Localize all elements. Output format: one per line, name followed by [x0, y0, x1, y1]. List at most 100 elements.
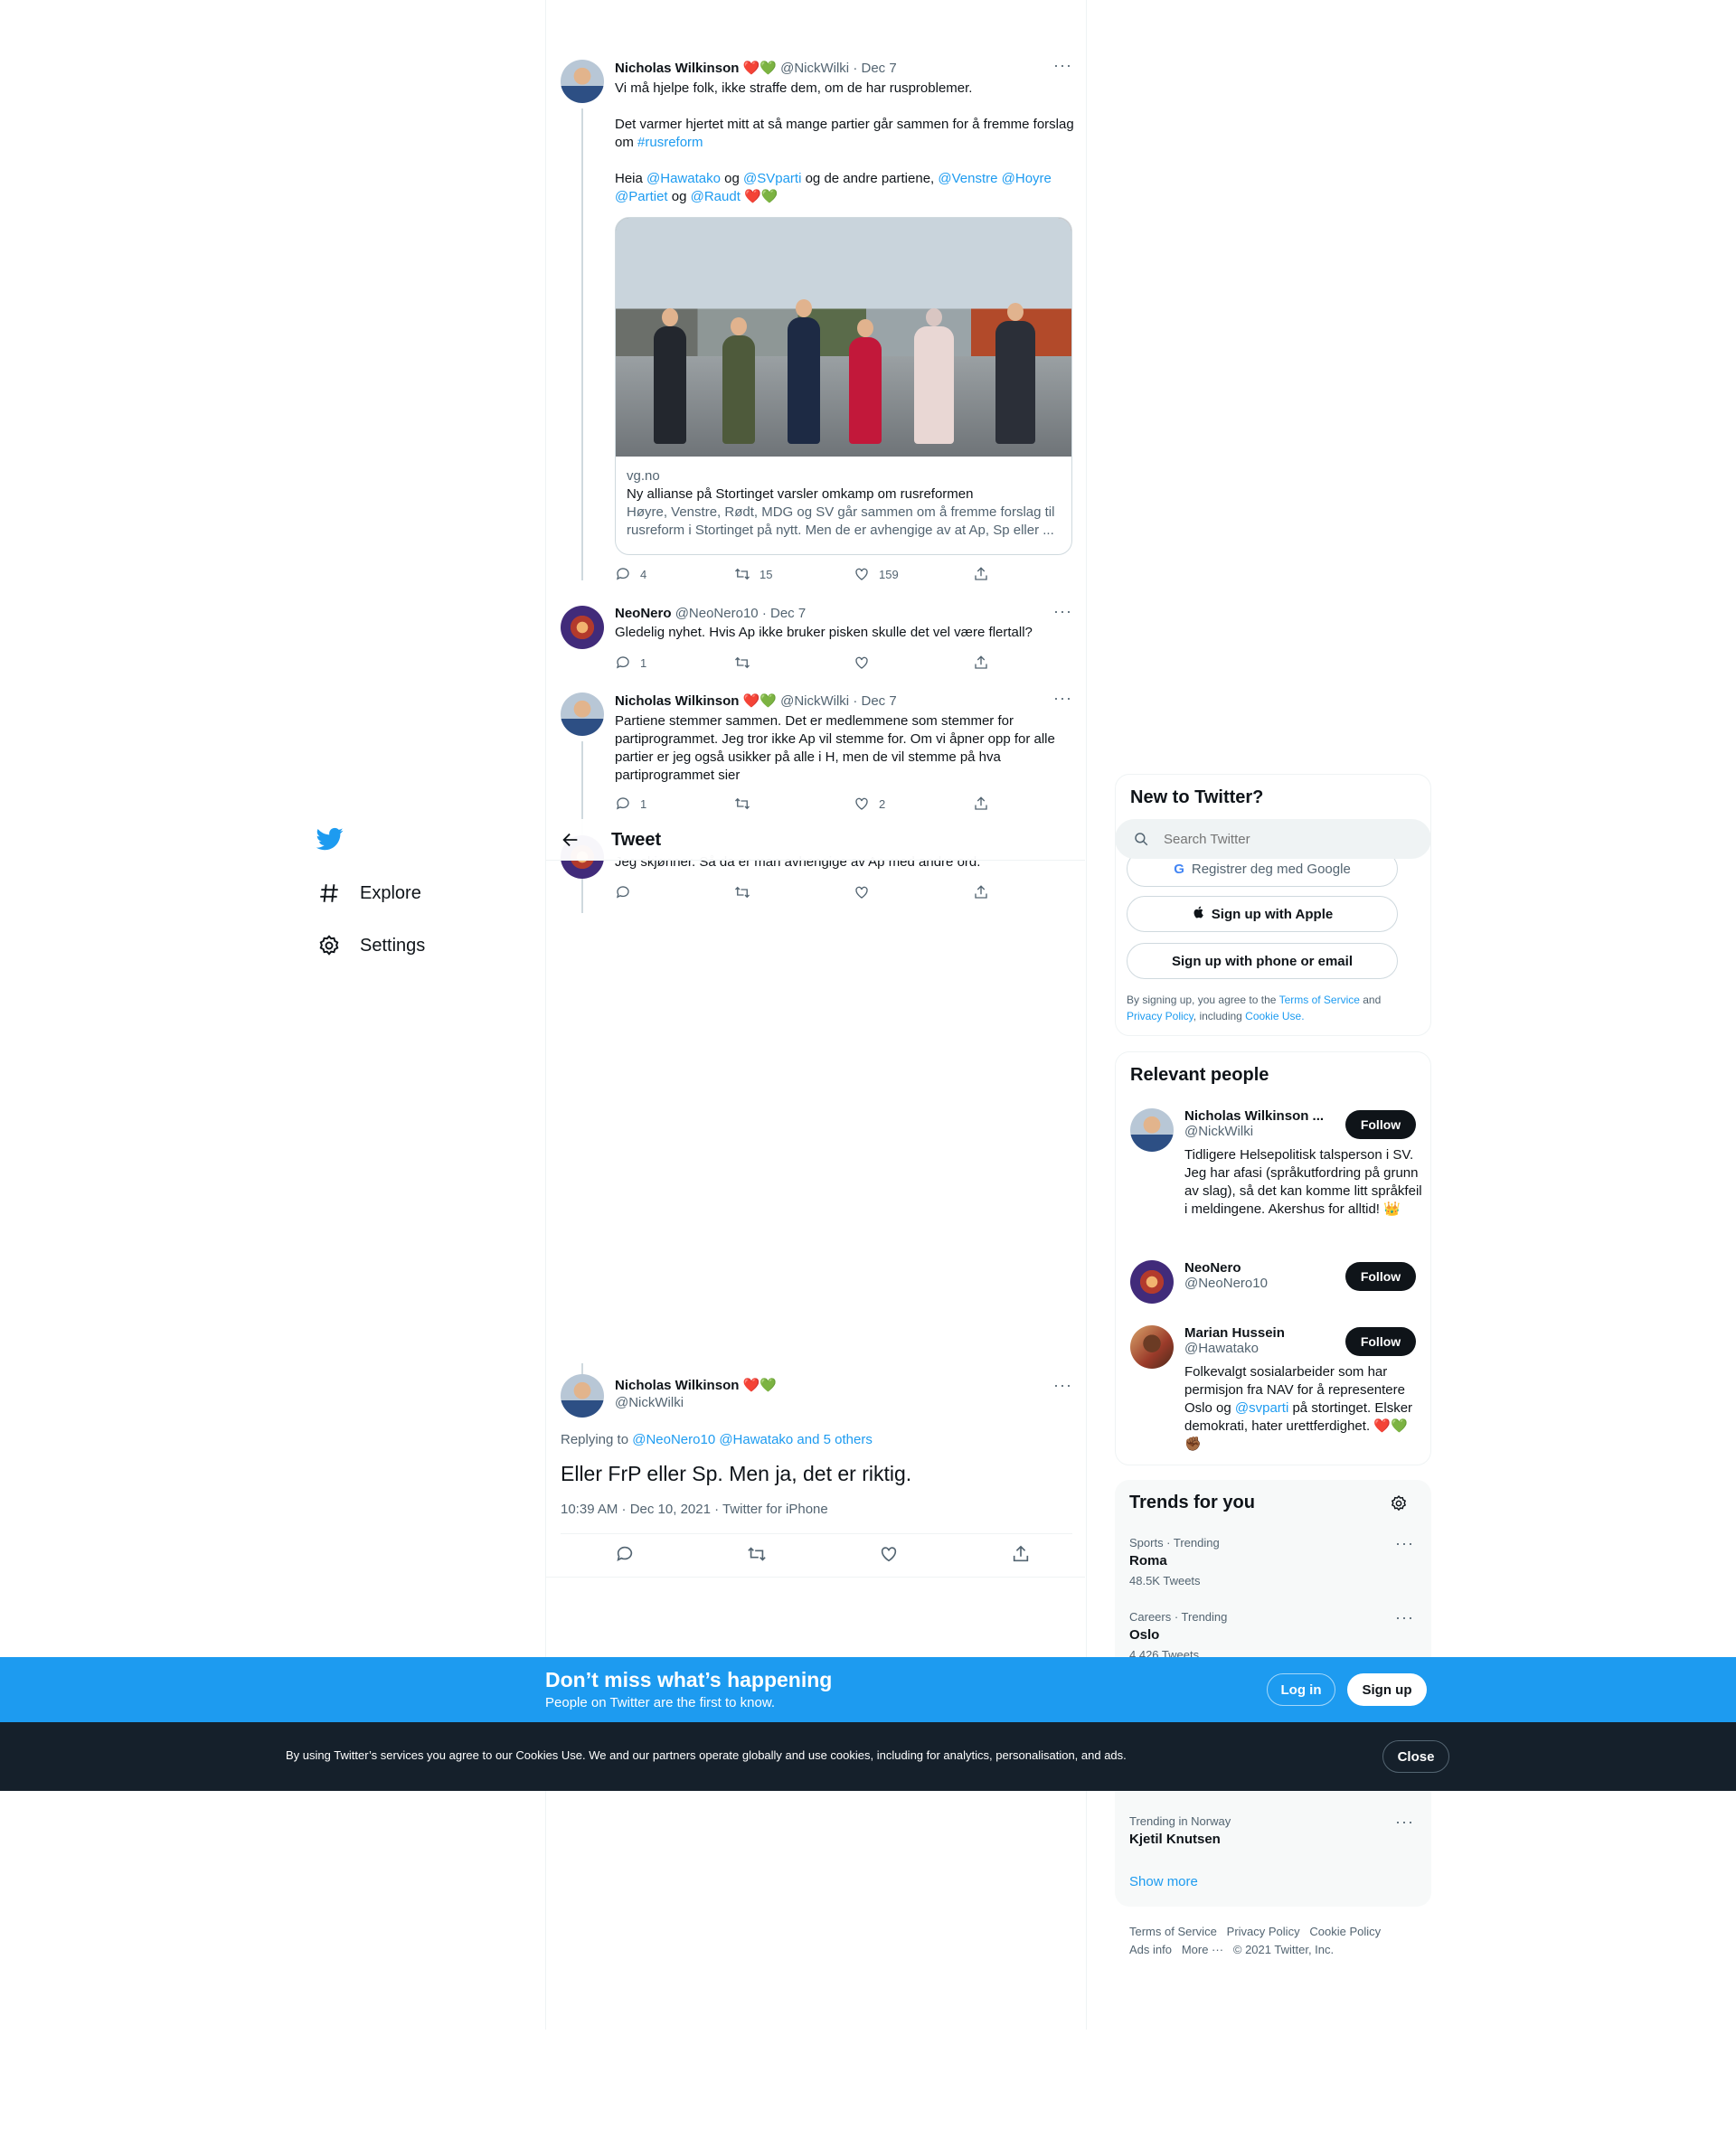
tweet-text: Vi må hjelpe folk, ikke straffe dem, om … — [615, 80, 1076, 206]
avatar[interactable] — [1130, 1260, 1174, 1304]
avatar[interactable] — [1130, 1325, 1174, 1369]
search-bar[interactable] — [1115, 819, 1431, 859]
show-more-link[interactable]: Show more — [1129, 1874, 1198, 1889]
footer-more-link[interactable]: More ··· — [1182, 1943, 1223, 1956]
more-options-icon[interactable]: ··· — [1395, 1608, 1414, 1627]
avatar[interactable] — [1130, 1108, 1174, 1152]
author-handle[interactable]: @NickWilki — [615, 1395, 777, 1410]
mention-link[interactable]: @Partiet — [615, 189, 668, 204]
signup-button[interactable]: Sign up — [1347, 1673, 1427, 1706]
author-handle[interactable]: @NickWilki — [780, 693, 849, 709]
share-button[interactable] — [973, 566, 1092, 582]
like-button[interactable] — [854, 655, 973, 671]
terms-link[interactable]: Terms of Service — [1279, 994, 1360, 1006]
banner-subtitle: People on Twitter are the first to know. — [545, 1695, 776, 1710]
more-options-icon[interactable]: ··· — [1053, 689, 1072, 708]
separator-dot: · — [761, 606, 767, 621]
back-arrow-icon[interactable] — [561, 830, 580, 854]
author-name[interactable]: Nicholas Wilkinson — [615, 61, 739, 76]
reply-button[interactable] — [615, 884, 734, 900]
share-icon[interactable] — [1011, 1544, 1031, 1564]
reply-count: 1 — [640, 796, 647, 811]
author-name[interactable]: Nicholas Wilkinson — [615, 693, 739, 709]
person-info[interactable]: NeoNero @NeoNero10 — [1184, 1260, 1268, 1291]
more-options-icon[interactable]: ··· — [1395, 1813, 1414, 1832]
mention-link[interactable]: @Venstre — [938, 171, 997, 186]
privacy-link[interactable]: Privacy Policy — [1127, 1010, 1194, 1022]
tweet-date[interactable]: Dec 7 — [862, 61, 897, 76]
search-input[interactable] — [1164, 831, 1399, 847]
heart-icon[interactable] — [879, 1544, 899, 1564]
replying-to-link[interactable]: @NeoNero10 @Hawatako and 5 others — [632, 1432, 873, 1447]
close-cookie-button[interactable]: Close — [1382, 1740, 1449, 1773]
person-info[interactable]: Nicholas Wilkinson ... @NickWilki — [1184, 1108, 1324, 1139]
mention-link[interactable]: @Raudt — [691, 189, 741, 204]
phone-email-signup-button[interactable]: Sign up with phone or email — [1127, 943, 1398, 979]
reply-button[interactable]: 1 — [615, 796, 734, 812]
login-button[interactable]: Log in — [1267, 1673, 1335, 1706]
apple-signup-button[interactable]: Sign up with Apple — [1127, 896, 1398, 932]
footer-privacy-link[interactable]: Privacy Policy — [1227, 1925, 1300, 1938]
author-handle[interactable]: @NeoNero10 — [675, 606, 759, 621]
nav-settings[interactable]: Settings — [316, 933, 425, 958]
relevant-people-title: Relevant people — [1130, 1065, 1269, 1085]
reply-icon[interactable] — [615, 1544, 635, 1564]
retweet-icon[interactable] — [747, 1544, 767, 1564]
trend-item[interactable]: Sports · Trending Roma 48.5K Tweets — [1129, 1536, 1220, 1587]
reply-button[interactable]: 4 — [615, 566, 734, 582]
trend-item[interactable]: Careers · Trending Oslo 4,426 Tweets — [1129, 1610, 1227, 1662]
more-options-icon[interactable]: ··· — [1053, 602, 1072, 621]
footer-ads-link[interactable]: Ads info — [1129, 1943, 1172, 1956]
mention-link[interactable]: @svparti — [1235, 1400, 1288, 1416]
avatar[interactable] — [561, 692, 604, 736]
avatar[interactable] — [561, 1374, 604, 1418]
mention-link[interactable]: @Hoyre — [1002, 171, 1052, 186]
like-button[interactable]: 159 — [854, 566, 973, 582]
share-button[interactable] — [973, 655, 1092, 671]
like-button[interactable] — [854, 884, 973, 900]
reply-button[interactable]: 1 — [615, 655, 734, 671]
retweet-icon — [735, 656, 750, 669]
author-handle[interactable]: @NickWilki — [780, 61, 849, 76]
share-button[interactable] — [973, 884, 1092, 900]
more-options-icon[interactable]: ··· — [1053, 56, 1072, 75]
hashtag-link[interactable]: #rusreform — [637, 135, 703, 150]
trend-item[interactable]: Trending in Norway Kjetil Knutsen — [1129, 1814, 1231, 1847]
follow-button[interactable]: Follow — [1345, 1327, 1416, 1356]
footer-cookie-link[interactable]: Cookie Policy — [1309, 1925, 1381, 1938]
twitter-logo-icon[interactable] — [316, 825, 345, 854]
tweet-date[interactable]: Dec 7 — [862, 693, 897, 709]
retweet-button[interactable] — [734, 655, 854, 671]
retweet-button[interactable] — [734, 884, 854, 900]
like-button[interactable]: 2 — [854, 796, 973, 812]
more-options-icon[interactable]: ··· — [1053, 1376, 1072, 1395]
reply-icon — [616, 886, 629, 899]
person-info[interactable]: Marian Hussein @Hawatako — [1184, 1325, 1285, 1356]
footer-tos-link[interactable]: Terms of Service — [1129, 1925, 1217, 1938]
nav-explore[interactable]: Explore — [316, 881, 421, 906]
mention-link[interactable]: @SVparti — [743, 171, 801, 186]
author-name[interactable]: Nicholas Wilkinson — [615, 1378, 739, 1393]
avatar[interactable] — [561, 60, 604, 103]
follow-button[interactable]: Follow — [1345, 1262, 1416, 1291]
gear-icon[interactable] — [1390, 1494, 1408, 1517]
card-title: Ny allianse på Stortinget varsler omkamp… — [627, 486, 974, 502]
tweet-timestamp[interactable]: 10:39 AM · Dec 10, 2021 · Twitter for iP… — [561, 1502, 828, 1517]
person-name: NeoNero — [1184, 1260, 1241, 1276]
avatar[interactable] — [561, 606, 604, 649]
apple-label: Sign up with Apple — [1211, 906, 1334, 922]
follow-button[interactable]: Follow — [1345, 1110, 1416, 1139]
card-meta: vg.no Ny allianse på Stortinget varsler … — [616, 457, 1071, 551]
share-button[interactable] — [973, 796, 1092, 812]
retweet-button[interactable] — [734, 796, 854, 812]
more-options-icon[interactable]: ··· — [1395, 1534, 1414, 1553]
link-preview-card[interactable]: vg.no Ny allianse på Stortinget varsler … — [615, 217, 1072, 555]
mention-link[interactable]: @Hawatako — [646, 171, 721, 186]
tweet-date[interactable]: Dec 7 — [770, 606, 806, 621]
reply-icon — [616, 797, 629, 810]
cookie-use-link[interactable]: Cookie Use. — [1245, 1010, 1304, 1022]
trend-meta: Careers · Trending — [1129, 1610, 1228, 1624]
tweet-actions: 4 15 159 — [615, 566, 1092, 582]
author-name[interactable]: NeoNero — [615, 606, 672, 621]
retweet-button[interactable]: 15 — [734, 566, 854, 582]
